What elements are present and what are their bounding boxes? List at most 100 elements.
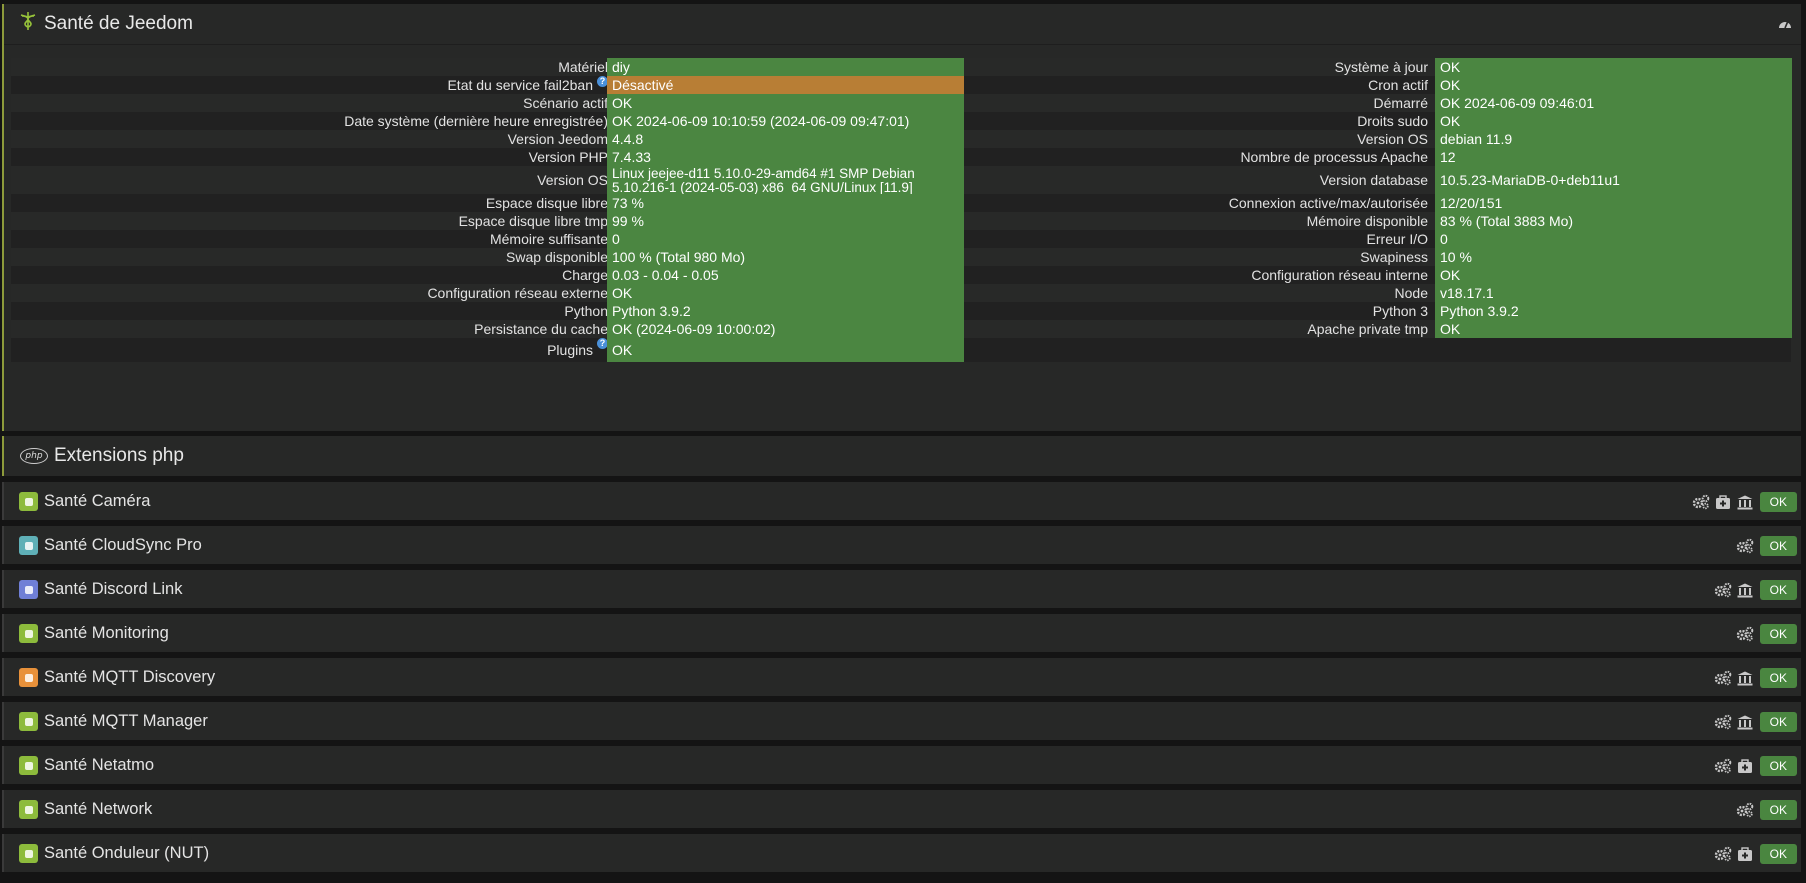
health-label: Swap disponible	[506, 248, 608, 266]
plugin-actions: OK	[1714, 844, 1797, 864]
health-label-text: Matériel	[558, 59, 608, 75]
health-value: diy	[607, 58, 964, 76]
health-value: 100 % (Total 980 Mo)	[607, 248, 964, 266]
health-value: OK	[1435, 58, 1792, 76]
health-label: Version OS	[537, 166, 608, 194]
plugin-status-badge: OK	[1759, 536, 1797, 556]
health-row: Version Jeedom 4.4.8 Version OS debian 11.9	[11, 130, 1792, 148]
health-label-text: Espace disque libre tmp	[458, 213, 608, 229]
plugin-health-row[interactable]: Santé Discord Link OK	[2, 570, 1801, 608]
health-label: Cron actif	[1368, 77, 1428, 93]
health-label: Version OS	[1357, 131, 1428, 147]
plugin-health-row[interactable]: Santé MQTT Manager OK	[2, 702, 1801, 740]
health-row: Configuration réseau externe OK Node v18.17…	[11, 284, 1792, 302]
health-value: Linux jeejee-d11 5.10.0-29-amd64 #1 SMP …	[607, 166, 964, 195]
health-value: 73 %	[607, 194, 964, 212]
gears-icon[interactable]	[1714, 713, 1732, 731]
extensions-php-header[interactable]: php Extensions php	[4, 436, 1801, 476]
health-label: Démarré	[1373, 95, 1428, 111]
health-title: Santé de Jeedom	[44, 13, 193, 34]
bank-icon[interactable]	[1736, 669, 1754, 687]
health-label-text: Configuration réseau externe	[427, 285, 608, 301]
health-value: 7.4.33	[607, 148, 964, 166]
health-value: Python 3.9.2	[607, 302, 964, 320]
plugin-health-row[interactable]: Santé Monitoring OK	[2, 614, 1801, 652]
plugin-icon	[19, 580, 38, 599]
health-value: 10 %	[1435, 248, 1792, 266]
health-value: OK	[1435, 112, 1792, 130]
health-label-text: Python	[564, 303, 608, 319]
gears-icon[interactable]	[1736, 537, 1754, 555]
health-row: Espace disque libre 73 % Connexion active/…	[11, 194, 1792, 212]
plugin-name: Santé Network	[44, 800, 153, 818]
health-label: Espace disque libre tmp	[459, 212, 608, 230]
health-label: Version database	[1319, 172, 1428, 188]
health-value: v18.17.1	[1435, 284, 1792, 302]
gears-icon[interactable]	[1714, 845, 1732, 863]
health-row: Swap disponible 100 % (Total 980 Mo) Swapi…	[11, 248, 1792, 266]
plugin-health-row[interactable]: Santé Netatmo OK	[2, 746, 1801, 784]
health-label-text: Version Jeedom	[507, 131, 608, 147]
plugin-actions: OK	[1736, 536, 1797, 556]
gears-icon[interactable]	[1692, 493, 1710, 511]
health-row: Etat du service fail2ban? Désactivé Cron a…	[11, 76, 1792, 94]
plugin-health-row[interactable]: Santé Caméra OK	[2, 482, 1801, 520]
plugin-status-badge: OK	[1759, 712, 1797, 732]
gears-icon[interactable]	[1714, 581, 1732, 599]
bank-icon[interactable]	[1736, 713, 1754, 731]
health-label: Swapiness	[1360, 249, 1428, 265]
health-value: OK 2024-06-09 10:10:59 (2024-06-09 09:47…	[607, 112, 964, 130]
gears-icon[interactable]	[1736, 625, 1754, 643]
health-panel: Santé de Jeedom Matériel diy Système à jou…	[2, 4, 1801, 431]
plugin-status-badge: OK	[1759, 580, 1797, 600]
bank-icon[interactable]	[1736, 493, 1754, 511]
medkit-icon[interactable]	[1736, 757, 1754, 775]
plugin-icon	[19, 668, 38, 687]
health-label: Connexion active/max/autorisée	[1228, 195, 1428, 211]
health-header: Santé de Jeedom	[4, 4, 1801, 45]
plugin-health-row[interactable]: Santé Onduleur (NUT) OK	[2, 834, 1801, 872]
health-label: Persistance du cache	[474, 320, 608, 338]
plugin-health-row[interactable]: Santé Network OK	[2, 790, 1801, 828]
gears-icon[interactable]	[1714, 669, 1732, 687]
plugin-health-row[interactable]: Santé MQTT Discovery OK	[2, 658, 1801, 696]
plugin-name: Santé CloudSync Pro	[44, 536, 202, 554]
health-value: OK	[607, 284, 964, 302]
plugin-icon	[19, 536, 38, 555]
php-logo-icon: php	[20, 448, 48, 464]
plugin-status-badge: OK	[1759, 492, 1797, 512]
medkit-icon[interactable]	[1736, 845, 1754, 863]
plugin-actions: OK	[1714, 712, 1797, 732]
extensions-php-panel[interactable]: php Extensions php	[2, 436, 1801, 476]
medkit-icon[interactable]	[1714, 493, 1732, 511]
health-label: Erreur I/O	[1366, 231, 1428, 247]
health-row: Mémoire suffisante 0 Erreur I/O 0	[11, 230, 1792, 248]
health-value: OK 2024-06-09 09:46:01	[1435, 94, 1792, 112]
plugin-name: Santé Discord Link	[44, 580, 183, 598]
health-label: Python	[564, 302, 608, 320]
health-label: Système à jour	[1334, 59, 1428, 75]
health-value: 0	[607, 230, 964, 248]
plugin-name: Santé MQTT Manager	[44, 712, 208, 730]
gears-icon[interactable]	[1714, 757, 1732, 775]
health-label: Python 3	[1372, 303, 1428, 319]
health-label-text: Etat du service fail2ban	[447, 77, 593, 93]
plugin-health-row[interactable]: Santé CloudSync Pro OK	[2, 526, 1801, 564]
gears-icon[interactable]	[1736, 801, 1754, 819]
health-value: Désactivé	[607, 76, 964, 94]
health-label: Version Jeedom	[508, 130, 608, 148]
health-label: Espace disque libre	[486, 194, 608, 212]
plugin-name: Santé Monitoring	[44, 624, 169, 642]
health-label: Apache private tmp	[1307, 321, 1428, 337]
health-row: Date système (dernière heure enregistrée…	[11, 112, 1792, 130]
plugin-icon	[19, 756, 38, 775]
health-label: Plugins?	[547, 338, 608, 362]
plugin-actions: OK	[1692, 492, 1797, 512]
plugin-status-badge: OK	[1759, 624, 1797, 644]
health-row: Plugins? OK	[11, 338, 1791, 362]
bank-icon[interactable]	[1736, 581, 1754, 599]
health-value: debian 11.9	[1435, 130, 1792, 148]
dashboard-gauge-icon[interactable]	[1777, 16, 1793, 30]
health-value: OK	[607, 94, 964, 112]
plugin-icon	[19, 712, 38, 731]
